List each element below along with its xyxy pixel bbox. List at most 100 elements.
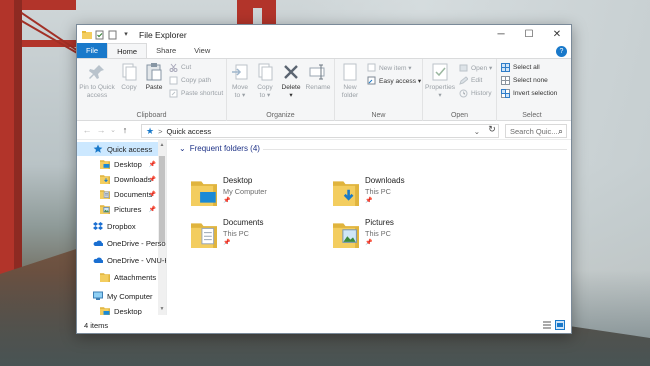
- properties-icon: [430, 62, 450, 82]
- tab-view[interactable]: View: [185, 43, 219, 58]
- folder-tile-pictures[interactable]: Pictures This PC 📌: [333, 218, 463, 252]
- maximize-button[interactable]: ☐: [515, 25, 543, 44]
- organize-group: Move to ▾ Copy to ▾ Delete ▾ Rename Orga…: [227, 59, 335, 121]
- scroll-up-arrow[interactable]: ▲: [158, 142, 166, 150]
- easy-access-button[interactable]: Easy access ▾: [367, 76, 421, 85]
- folder-name: Documents: [223, 218, 264, 227]
- file-list: ⌄ Frequent folders (4) Desktop My Comput…: [167, 140, 571, 315]
- folder-tile-documents[interactable]: Documents This PC 📌: [191, 218, 321, 252]
- nav-item-documents[interactable]: Documents 📌: [77, 187, 158, 201]
- select-none-button[interactable]: Select none: [501, 76, 548, 85]
- rename-icon: [308, 62, 328, 82]
- nav-item-my-computer[interactable]: My Computer: [77, 289, 158, 303]
- nav-item-pictures[interactable]: Pictures 📌: [77, 202, 158, 216]
- new-folder-icon[interactable]: [108, 30, 118, 40]
- pin-to-quick-access-button[interactable]: Pin to Quick access: [79, 62, 115, 100]
- copy-to-icon: [255, 62, 275, 82]
- scroll-down-arrow[interactable]: ▼: [158, 306, 166, 314]
- nav-item-desktop[interactable]: Desktop: [77, 304, 158, 315]
- pin-icon: 📌: [365, 240, 373, 246]
- cut-button[interactable]: Cut: [169, 63, 191, 72]
- copy-icon: [119, 62, 139, 82]
- scrollbar-thumb[interactable]: [159, 156, 165, 242]
- tab-file[interactable]: File: [77, 43, 108, 58]
- nav-item-desktop[interactable]: Desktop 📌: [77, 157, 158, 171]
- edit-label: Edit: [471, 77, 483, 84]
- search-box[interactable]: Search Quic... ⌕: [505, 124, 567, 138]
- nav-item-dropbox[interactable]: Dropbox: [77, 219, 158, 233]
- move-to-button[interactable]: Move to ▾: [230, 62, 250, 100]
- edit-button[interactable]: Edit: [459, 76, 482, 85]
- nav-item-attachments[interactable]: Attachments: [77, 270, 158, 284]
- properties-label-line1: Properties: [425, 84, 456, 91]
- folder-tile-downloads[interactable]: Downloads This PC 📌: [333, 176, 463, 210]
- recent-locations-button[interactable]: ⌄: [108, 126, 118, 134]
- search-input[interactable]: Search Quic...: [510, 127, 558, 136]
- new-folder-icon: [340, 62, 360, 82]
- address-dropdown-icon[interactable]: ⌄: [474, 127, 480, 136]
- minimize-button[interactable]: ─: [487, 25, 515, 44]
- address-bar[interactable]: ★ > Quick access ⌄: [141, 124, 499, 138]
- collapse-chevron-icon[interactable]: ⌄: [179, 144, 186, 153]
- downloads-folder-icon: [333, 178, 359, 208]
- folder-tile-desktop[interactable]: Desktop My Computer 📌: [191, 176, 321, 210]
- delete-x-icon: [281, 62, 301, 82]
- new-item-label: New item ▾: [379, 64, 412, 72]
- history-button[interactable]: History: [459, 89, 492, 98]
- new-group: New folder New item ▾ Easy access ▾ New: [335, 59, 423, 121]
- tab-home[interactable]: Home: [107, 43, 148, 58]
- breadcrumb-chevron[interactable]: >: [158, 127, 162, 136]
- open-icon: [459, 63, 468, 72]
- copy-path-button[interactable]: Copy path: [169, 76, 211, 85]
- copy-path-icon: [169, 76, 178, 85]
- paste-label: Paste: [145, 84, 163, 91]
- onedrive-icon: [93, 255, 104, 265]
- details-view-icon[interactable]: [542, 320, 552, 330]
- select-group: Select all Select none Invert selection …: [497, 59, 567, 121]
- paste-button[interactable]: Paste: [143, 62, 165, 92]
- open-button[interactable]: Open ▾: [459, 63, 492, 72]
- pin-icon: 📌: [223, 240, 231, 246]
- tab-share[interactable]: Share: [147, 43, 185, 58]
- frequent-folders-header[interactable]: ⌄ Frequent folders (4): [179, 144, 260, 153]
- properties-icon[interactable]: [95, 30, 105, 40]
- copy-button[interactable]: Copy: [119, 62, 139, 92]
- new-folder-button[interactable]: New folder: [338, 62, 362, 100]
- customize-toolbar-icon[interactable]: ▾: [121, 30, 131, 40]
- select-group-label: Select: [522, 112, 542, 119]
- nav-item-onedrive-vnu-h[interactable]: OneDrive - VNU-H: [77, 253, 166, 267]
- copy-path-label: Copy path: [181, 77, 212, 84]
- large-icons-view-icon[interactable]: [555, 320, 565, 330]
- folder-icon: [82, 30, 92, 40]
- nav-item-downloads[interactable]: Downloads 📌: [77, 172, 158, 186]
- paste-shortcut-button[interactable]: Paste shortcut: [169, 89, 223, 98]
- help-button[interactable]: ?: [556, 46, 567, 57]
- folder-icon: [100, 272, 110, 282]
- invert-selection-button[interactable]: Invert selection: [501, 89, 557, 98]
- select-none-icon: [501, 76, 510, 85]
- copy-to-button[interactable]: Copy to ▾: [255, 62, 275, 100]
- back-button[interactable]: ←: [80, 125, 94, 135]
- nav-item-onedrive-person[interactable]: OneDrive - Person: [77, 236, 166, 250]
- dropbox-icon: [93, 221, 103, 231]
- onedrive-icon: [93, 238, 104, 248]
- pin-icon: [87, 62, 107, 82]
- up-button[interactable]: ↑: [118, 125, 132, 135]
- pin-icon: 📌: [148, 206, 156, 213]
- rename-button[interactable]: Rename: [305, 62, 331, 92]
- breadcrumb-quick-access[interactable]: Quick access: [166, 127, 211, 136]
- properties-button[interactable]: Properties ▾: [425, 62, 455, 100]
- close-button[interactable]: ✕: [543, 25, 571, 44]
- select-all-button[interactable]: Select all: [501, 63, 540, 72]
- downloads-folder-icon: [100, 174, 110, 184]
- address-bar-row: ← → ⌄ ↑ ★ > Quick access ⌄ ↻ Search Quic…: [77, 121, 571, 140]
- forward-button[interactable]: →: [94, 125, 108, 135]
- nav-item-label: OneDrive - VNU-H: [107, 255, 167, 265]
- refresh-button[interactable]: ↻: [485, 124, 499, 138]
- nav-item-quick-access[interactable]: Quick access: [77, 142, 158, 156]
- nav-item-label: OneDrive - Person: [107, 238, 167, 248]
- delete-button[interactable]: Delete ▾: [280, 62, 302, 100]
- paste-shortcut-label: Paste shortcut: [181, 90, 224, 97]
- new-item-button[interactable]: New item ▾: [367, 63, 412, 72]
- nav-scrollbar[interactable]: ▲ ▼: [158, 140, 166, 315]
